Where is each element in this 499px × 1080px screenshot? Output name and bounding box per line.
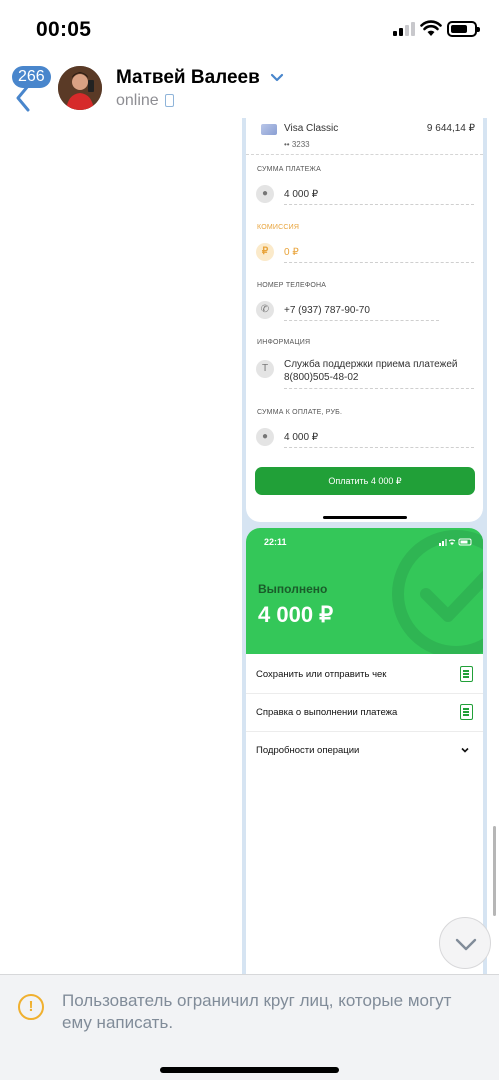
card-icon <box>261 124 277 135</box>
list-item: Подробности операции <box>246 732 483 770</box>
list-item: Сохранить или отправить чек <box>246 656 483 694</box>
wifi-icon <box>420 20 442 36</box>
info-icon: T <box>256 360 274 378</box>
contact-status: online <box>116 92 159 109</box>
list-item: Справка о выполнении платежа <box>246 694 483 732</box>
home-indicator[interactable] <box>160 1067 339 1073</box>
field-value: +7 (937) 787-90-70 <box>284 305 370 316</box>
field-underline <box>284 388 474 389</box>
scroll-down-button[interactable] <box>439 917 491 969</box>
phone-icon: ✆ <box>256 301 274 319</box>
field-label: СУММА К ОПЛАТЕ, РУБ. <box>257 409 343 416</box>
success-banner: 22:11 Выполнено 4 000 ₽ <box>246 528 483 654</box>
status-label: Выполнено <box>258 582 328 596</box>
field-underline <box>284 447 474 448</box>
wallet-icon: ● <box>256 185 274 203</box>
pay-button: Оплатить 4 000 ₽ <box>255 467 475 495</box>
payment-form-screenshot: Visa Classic 9 644,14 ₽ •• 3233 СУММА ПЛ… <box>246 118 483 522</box>
field-value: Служба поддержки приема платежей 8(800)5… <box>284 359 458 383</box>
chevron-down-icon <box>461 747 469 753</box>
payment-amount: 4 000 ₽ <box>258 602 334 627</box>
field-label: КОМИССИЯ <box>257 224 300 231</box>
field-label: СУММА ПЛАТЕЖА <box>257 166 321 173</box>
write-restriction-bar: ! Пользователь ограничил круг лиц, котор… <box>0 974 499 1080</box>
divider <box>246 154 483 155</box>
status-time: 00:05 <box>36 18 92 41</box>
row-label: Подробности операции <box>256 745 360 756</box>
field-value: 4 000 ₽ <box>284 189 319 200</box>
field-label: ИНФОРМАЦИЯ <box>257 339 311 346</box>
avatar[interactable] <box>58 66 102 110</box>
restriction-message: Пользователь ограничил круг лиц, которые… <box>62 991 452 1032</box>
mobile-device-icon <box>165 94 174 107</box>
chevron-down-icon[interactable] <box>270 72 284 82</box>
contact-name[interactable]: Матвей Валеев <box>116 67 260 89</box>
field-value: 0 ₽ <box>284 247 299 258</box>
inner-status-icons <box>439 538 472 546</box>
document-icon <box>460 704 473 720</box>
scrollbar[interactable] <box>493 826 496 916</box>
field-value: 4 000 ₽ <box>284 432 319 443</box>
unread-badge[interactable]: 266 <box>12 66 51 88</box>
card-number: •• 3233 <box>284 140 310 149</box>
warning-icon: ! <box>18 994 44 1020</box>
row-label: Справка о выполнении платежа <box>256 707 398 718</box>
field-label: НОМЕР ТЕЛЕФОНА <box>257 282 327 289</box>
field-underline <box>284 320 439 321</box>
card-name: Visa Classic <box>284 123 339 134</box>
payment-result-screenshot: 22:11 Выполнено 4 000 ₽ Сохранить или от… <box>246 528 483 974</box>
home-indicator <box>323 516 407 519</box>
field-underline <box>284 204 474 205</box>
chevron-down-icon <box>455 938 477 951</box>
ruble-icon: ₽ <box>256 243 274 261</box>
row-label: Сохранить или отправить чек <box>256 669 387 680</box>
card-balance: 9 644,14 ₽ <box>426 123 475 134</box>
document-icon <box>460 666 473 682</box>
inner-status-time: 22:11 <box>264 537 287 547</box>
wallet-icon: ● <box>256 428 274 446</box>
checkmark-icon <box>392 530 483 654</box>
message-photo[interactable]: Visa Classic 9 644,14 ₽ •• 3233 СУММА ПЛ… <box>242 118 487 974</box>
field-underline <box>284 262 474 263</box>
status-bar: 00:05 <box>0 0 499 58</box>
battery-icon <box>447 21 480 37</box>
chat-header: 266 Матвей Валеев online <box>0 58 499 118</box>
cellular-signal-icon <box>393 22 415 36</box>
